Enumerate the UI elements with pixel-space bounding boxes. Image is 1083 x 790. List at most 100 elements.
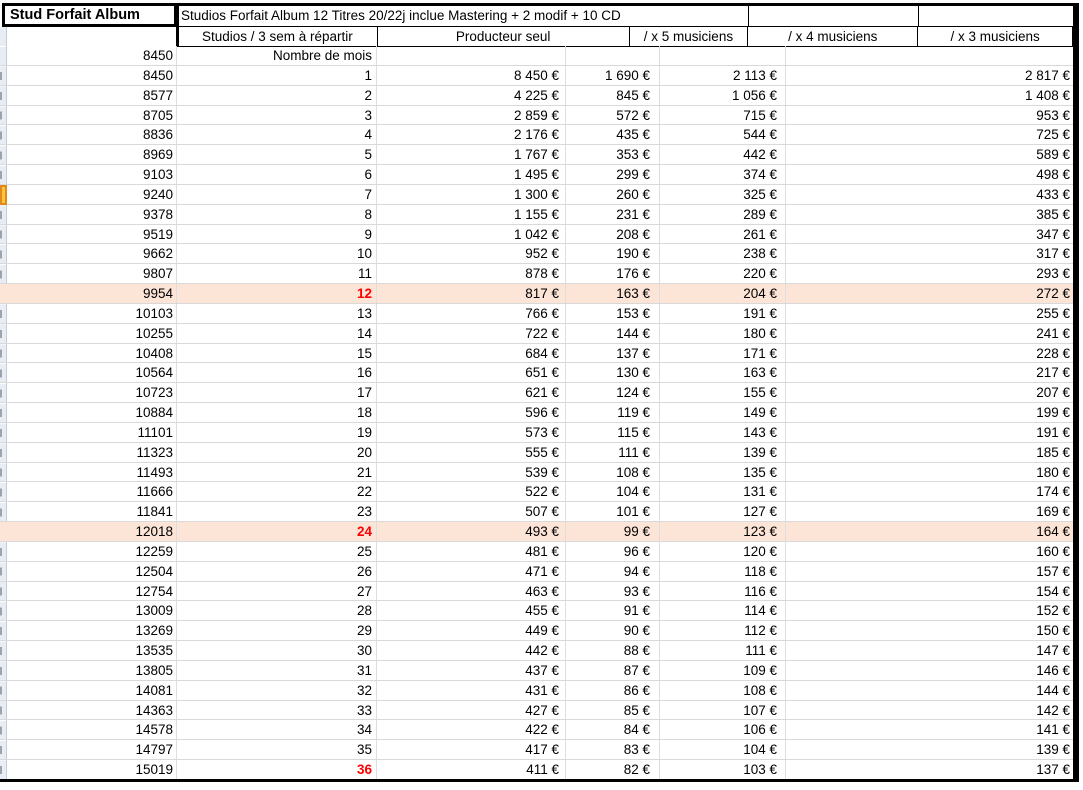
month-cell[interactable]: 7 <box>177 184 377 204</box>
x5-cell[interactable]: 190 € <box>566 244 660 264</box>
producer-cell[interactable]: 684 € <box>377 343 566 363</box>
month-cell[interactable]: 20 <box>177 442 377 462</box>
month-cell[interactable]: 30 <box>177 641 377 660</box>
header-x3-musiciens[interactable]: / x 3 musiciens <box>917 26 1074 47</box>
x3-cell[interactable]: 160 € <box>786 542 1073 561</box>
base-amount-cell[interactable]: 8450 <box>0 46 177 65</box>
month-cell[interactable]: 26 <box>177 561 377 581</box>
amount-cell[interactable]: 9807 <box>0 264 177 284</box>
x3-cell[interactable]: 241 € <box>786 324 1073 343</box>
x5-cell[interactable]: 1 690 € <box>566 66 660 85</box>
x4-cell[interactable]: 143 € <box>660 422 786 442</box>
x4-cell[interactable]: 544 € <box>660 125 786 145</box>
x3-cell[interactable]: 207 € <box>786 383 1073 402</box>
amount-cell[interactable]: 12504 <box>0 561 177 581</box>
x3-cell[interactable]: 147 € <box>786 641 1073 660</box>
amount-cell[interactable]: 8705 <box>0 105 177 125</box>
producer-cell[interactable]: 481 € <box>377 541 566 561</box>
x3-cell[interactable]: 146 € <box>786 661 1073 680</box>
x3-cell[interactable]: 185 € <box>786 443 1073 462</box>
x5-cell[interactable]: 124 € <box>566 383 660 403</box>
x5-cell[interactable]: 84 € <box>566 720 660 740</box>
x4-cell[interactable]: 107 € <box>660 700 786 720</box>
x4-cell[interactable]: 111 € <box>660 641 786 660</box>
amount-cell[interactable]: 8577 <box>0 85 177 105</box>
amount-cell[interactable]: 11323 <box>0 442 177 462</box>
empty-cell[interactable] <box>660 46 786 65</box>
x3-cell[interactable]: 293 € <box>786 264 1073 283</box>
x3-cell[interactable]: 137 € <box>786 760 1073 779</box>
amount-cell[interactable]: 9378 <box>0 204 177 224</box>
producer-cell[interactable]: 4 225 € <box>377 85 566 105</box>
x5-cell[interactable]: 93 € <box>566 581 660 601</box>
producer-cell[interactable]: 463 € <box>377 581 566 601</box>
month-cell[interactable]: 22 <box>177 482 377 502</box>
x5-cell[interactable]: 163 € <box>566 284 660 303</box>
empty-cell[interactable] <box>786 46 1073 65</box>
x3-cell[interactable]: 385 € <box>786 205 1073 224</box>
x5-cell[interactable]: 572 € <box>566 105 660 125</box>
amount-cell[interactable]: 9954 <box>0 284 177 303</box>
x5-cell[interactable]: 88 € <box>566 641 660 660</box>
amount-cell[interactable]: 14363 <box>0 700 177 720</box>
month-cell[interactable]: 12 <box>177 284 377 303</box>
month-cell[interactable]: 3 <box>177 105 377 125</box>
empty-cell[interactable] <box>566 46 660 65</box>
month-cell[interactable]: 36 <box>177 760 377 779</box>
x4-cell[interactable]: 120 € <box>660 541 786 561</box>
x3-cell[interactable]: 2 817 € <box>786 66 1073 85</box>
x5-cell[interactable]: 101 € <box>566 502 660 522</box>
month-cell[interactable]: 24 <box>177 522 377 541</box>
x3-cell[interactable]: 169 € <box>786 502 1073 521</box>
x4-cell[interactable]: 114 € <box>660 601 786 621</box>
producer-cell[interactable]: 596 € <box>377 403 566 422</box>
x4-cell[interactable]: 106 € <box>660 720 786 740</box>
amount-cell[interactable]: 13269 <box>0 621 177 641</box>
x4-cell[interactable]: 109 € <box>660 660 786 680</box>
x3-cell[interactable]: 144 € <box>786 681 1073 700</box>
x4-cell[interactable]: 123 € <box>660 522 786 541</box>
x5-cell[interactable]: 176 € <box>566 264 660 284</box>
x3-cell[interactable]: 152 € <box>786 601 1073 620</box>
amount-cell[interactable]: 11493 <box>0 462 177 482</box>
month-cell[interactable]: 16 <box>177 363 377 383</box>
x5-cell[interactable]: 104 € <box>566 482 660 502</box>
month-cell[interactable]: 35 <box>177 740 377 760</box>
x5-cell[interactable]: 94 € <box>566 561 660 581</box>
x4-cell[interactable]: 127 € <box>660 502 786 522</box>
amount-cell[interactable]: 10103 <box>0 303 177 323</box>
producer-cell[interactable]: 651 € <box>377 363 566 383</box>
x3-cell[interactable]: 157 € <box>786 562 1073 581</box>
x4-cell[interactable]: 261 € <box>660 224 786 244</box>
x5-cell[interactable]: 353 € <box>566 145 660 165</box>
x4-cell[interactable]: 108 € <box>660 680 786 700</box>
x5-cell[interactable]: 111 € <box>566 442 660 462</box>
corner-title-cell[interactable]: Stud Forfait Album <box>2 3 177 27</box>
x4-cell[interactable]: 131 € <box>660 482 786 502</box>
amount-cell[interactable]: 13805 <box>0 660 177 680</box>
month-cell[interactable]: 33 <box>177 700 377 720</box>
x3-cell[interactable]: 174 € <box>786 482 1073 501</box>
x5-cell[interactable]: 83 € <box>566 740 660 760</box>
month-cell[interactable]: 23 <box>177 502 377 522</box>
amount-cell[interactable]: 8836 <box>0 125 177 145</box>
month-cell[interactable]: 25 <box>177 541 377 561</box>
amount-cell[interactable]: 13535 <box>0 641 177 660</box>
producer-cell[interactable]: 449 € <box>377 621 566 641</box>
producer-cell[interactable]: 817 € <box>377 284 566 303</box>
amount-cell[interactable]: 15019 <box>0 760 177 779</box>
header-x5-musiciens[interactable]: / x 5 musiciens <box>628 26 749 47</box>
producer-cell[interactable]: 411 € <box>377 760 566 779</box>
x3-cell[interactable]: 589 € <box>786 145 1073 164</box>
x4-cell[interactable]: 442 € <box>660 145 786 165</box>
amount-cell[interactable]: 8450 <box>0 66 177 85</box>
month-cell[interactable]: 11 <box>177 264 377 284</box>
amount-cell[interactable]: 10564 <box>0 363 177 383</box>
x5-cell[interactable]: 153 € <box>566 303 660 323</box>
month-cell[interactable]: 9 <box>177 224 377 244</box>
x3-cell[interactable]: 180 € <box>786 463 1073 482</box>
amount-cell[interactable]: 8969 <box>0 145 177 165</box>
producer-cell[interactable]: 493 € <box>377 522 566 541</box>
month-cell[interactable]: 31 <box>177 660 377 680</box>
x3-cell[interactable]: 725 € <box>786 125 1073 144</box>
